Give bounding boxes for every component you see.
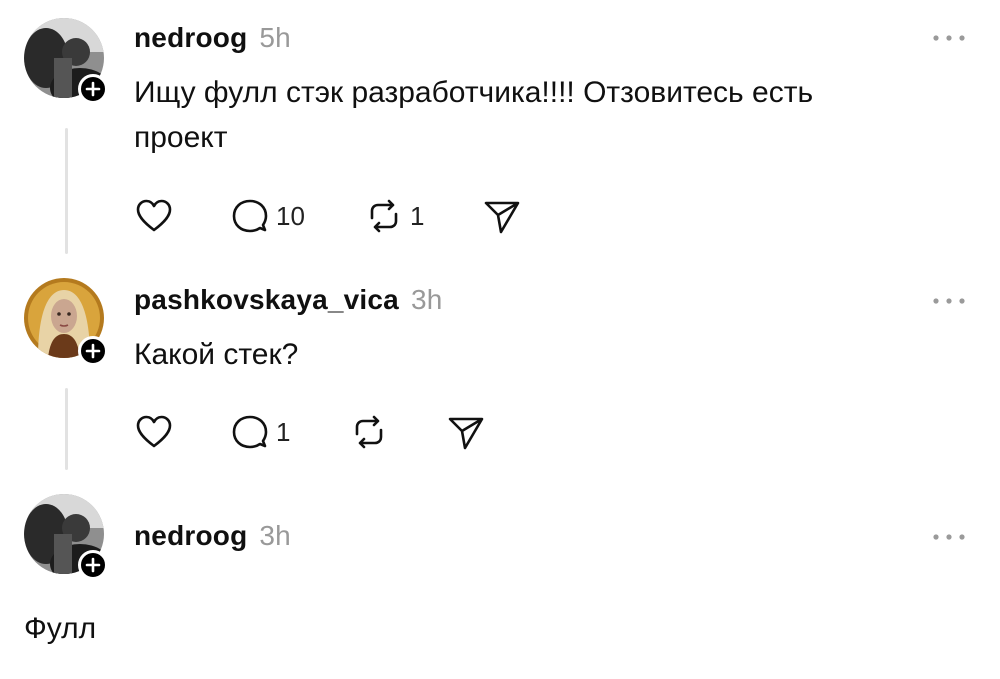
comment-bubble-icon [230, 412, 270, 452]
post-text: Ищу фулл стэк разработчика!!!! Отзовитес… [134, 76, 814, 154]
repost-button[interactable]: 1 [364, 196, 424, 236]
thread-post: pashkovskaya_vica 3h Какой стек? 1 [0, 270, 1000, 480]
follow-plus-icon[interactable] [78, 336, 108, 366]
thread-post: nedroog 3h Фулл [0, 480, 1000, 679]
username-text[interactable]: nedroog [134, 22, 247, 53]
username-text[interactable]: pashkovskaya_vica [134, 284, 399, 315]
post-time: 3h [259, 520, 291, 551]
thread-post: nedroog 5h Ищу фулл стэк разработчика!!!!… [0, 0, 1000, 270]
comment-button[interactable]: 10 [230, 196, 305, 236]
thread-line [65, 128, 68, 254]
username[interactable]: pashkovskaya_vica 3h [134, 284, 442, 316]
share-button[interactable] [446, 412, 486, 452]
username-text[interactable]: nedroog [134, 520, 247, 551]
share-button[interactable] [482, 196, 522, 236]
send-icon [446, 412, 486, 452]
comment-count: 10 [276, 200, 305, 231]
repost-button[interactable] [349, 412, 395, 452]
follow-plus-icon[interactable] [78, 74, 108, 104]
more-dots-icon[interactable] [932, 30, 966, 48]
comment-button[interactable]: 1 [230, 412, 290, 452]
post-time: 5h [259, 22, 291, 53]
post-text: Фулл [24, 612, 97, 645]
thread-line [65, 388, 68, 470]
username[interactable]: nedroog 3h [134, 520, 291, 552]
send-icon [482, 196, 522, 236]
repost-icon [364, 196, 404, 236]
more-dots-icon[interactable] [932, 293, 966, 311]
heart-icon [134, 196, 174, 236]
like-button[interactable] [134, 412, 174, 452]
comment-count: 1 [276, 416, 291, 447]
repost-icon [349, 412, 389, 452]
like-button[interactable] [134, 196, 174, 236]
comment-bubble-icon [230, 196, 270, 236]
post-time: 3h [410, 284, 443, 315]
post-text: Какой стек? [134, 338, 299, 371]
follow-plus-icon[interactable] [78, 550, 108, 580]
more-dots-icon[interactable] [932, 529, 966, 547]
heart-icon [134, 412, 174, 452]
username[interactable]: nedroog 5h [134, 22, 291, 54]
repost-count: 1 [410, 200, 425, 231]
